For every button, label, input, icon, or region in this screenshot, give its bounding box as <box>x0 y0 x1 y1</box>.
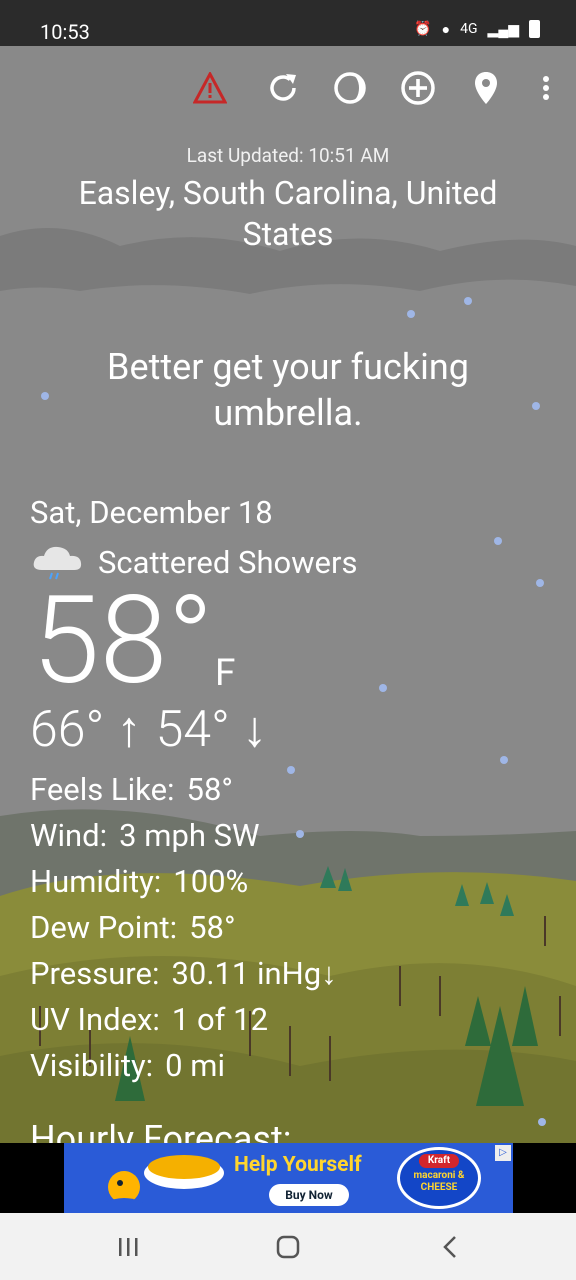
recents-icon <box>119 1238 138 1256</box>
home-icon <box>276 1235 300 1259</box>
alarm-icon: ⏰ <box>414 21 432 37</box>
weather-background: Last Updated: 10:51 AM Easley, South Car… <box>0 46 576 1143</box>
theme-icon[interactable] <box>330 68 370 108</box>
alert-icon[interactable] <box>190 68 230 108</box>
back-button[interactable] <box>430 1229 470 1265</box>
more-vert-icon[interactable] <box>526 68 566 108</box>
ad-banner[interactable]: Help Yourself Buy Now Kraft macaroni & C… <box>64 1143 513 1213</box>
ad-info-icon[interactable]: ▷ <box>495 1145 511 1161</box>
signal-icon: ▂▄▆ <box>487 21 519 38</box>
temperature-unit: F <box>215 652 236 695</box>
detail-visibility: Visibility: 0 mi <box>30 1047 225 1084</box>
detail-pressure: Pressure: 30.11 inHg↓ <box>30 955 337 992</box>
navigation-bar <box>0 1213 576 1280</box>
add-location-icon[interactable] <box>398 68 438 108</box>
detail-humidity: Humidity: 100% <box>30 863 249 900</box>
refresh-icon[interactable] <box>263 68 303 108</box>
forecast-date: Sat, December 18 <box>30 494 273 531</box>
detail-wind: Wind: 3 mph SW <box>30 817 260 854</box>
ad-headline: Help Yourself <box>234 1153 362 1177</box>
ad-product: macaroni & CHEESE <box>413 1170 465 1193</box>
details-list: Feels Like: 58° Wind: 3 mph SW Humidity: 10… <box>30 767 337 1089</box>
location-status-icon: ● <box>441 21 451 38</box>
current-temperature: 58° <box>32 569 214 712</box>
back-icon <box>443 1236 456 1258</box>
recents-button[interactable] <box>108 1229 148 1265</box>
hourly-forecast-title: Hourly Forecast: <box>30 1118 292 1143</box>
last-updated: Last Updated: 10:51 AM <box>186 144 390 167</box>
high-temperature: 66° ↑ <box>30 701 142 759</box>
status-time: 10:53 <box>40 20 90 44</box>
status-icons: ⏰ ● 4G ▂▄▆ <box>414 20 540 38</box>
status-bar: 10:53 ⏰ ● 4G ▂▄▆ <box>0 0 576 46</box>
detail-dew-point: Dew Point: 58° <box>30 909 236 946</box>
low-temperature: 54° ↓ <box>155 701 268 759</box>
location-title: Easley, South Carolina, United States <box>78 174 498 253</box>
ad-buy-now-button[interactable]: Buy Now <box>269 1184 349 1206</box>
ad-product-logo: Kraft macaroni & CHEESE <box>397 1147 481 1209</box>
network-label: 4G <box>460 21 478 37</box>
ad-brand: Kraft <box>419 1154 459 1168</box>
detail-uv-index: UV Index: 1 of 12 <box>30 1001 268 1038</box>
high-low-row: 66° ↑ 54° ↓ <box>30 700 267 759</box>
home-button[interactable] <box>268 1229 308 1265</box>
location-pin-icon[interactable] <box>466 68 506 108</box>
battery-icon <box>529 20 540 38</box>
ad-illustration <box>104 1155 224 1213</box>
detail-feels-like: Feels Like: 58° <box>30 771 233 808</box>
weather-quip: Better get your fucking umbrella. <box>107 346 469 434</box>
toolbar <box>0 68 576 108</box>
